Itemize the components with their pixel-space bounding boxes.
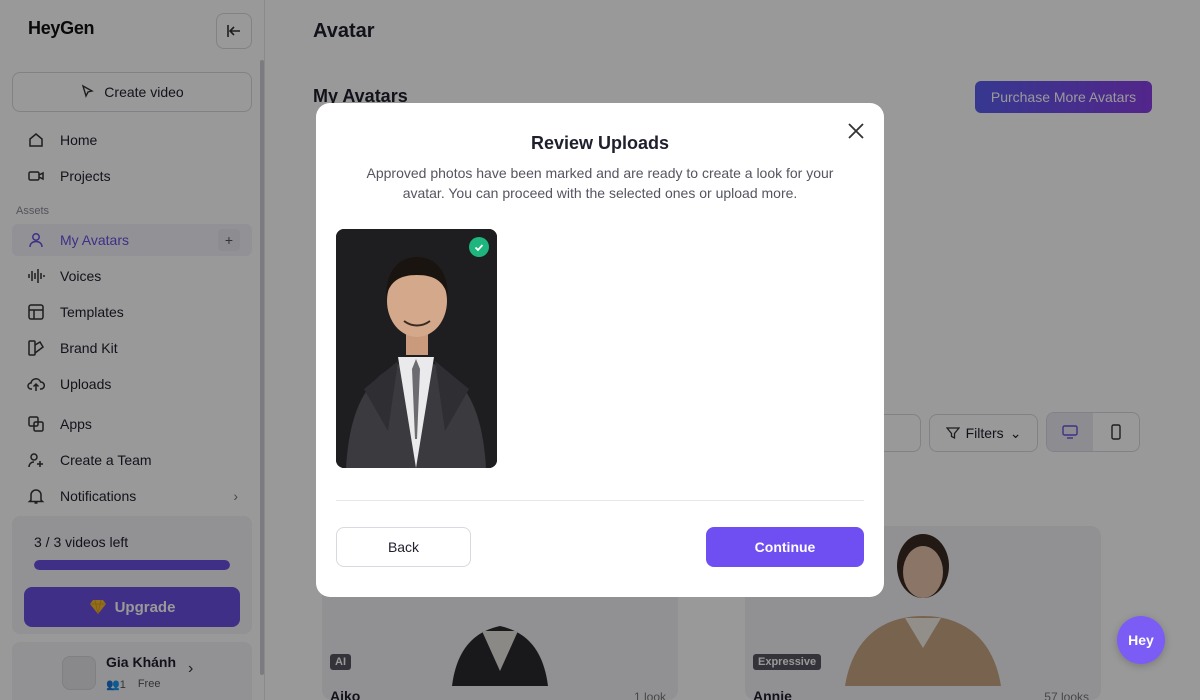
review-uploads-modal: Review Uploads Approved photos have been…: [316, 103, 884, 597]
modal-title: Review Uploads: [530, 133, 670, 153]
approved-check-icon: [469, 237, 489, 257]
close-icon: [848, 123, 864, 139]
modal-description: Approved photos have been marked and are…: [366, 165, 834, 201]
modal-divider: [336, 500, 864, 501]
hey-assistant-button[interactable]: Hey: [1117, 616, 1165, 664]
uploaded-photo-image: [336, 229, 497, 468]
continue-button[interactable]: Continue: [706, 527, 864, 567]
back-button[interactable]: Back: [336, 527, 471, 567]
close-button[interactable]: [844, 119, 868, 143]
uploaded-photo[interactable]: [336, 229, 497, 468]
